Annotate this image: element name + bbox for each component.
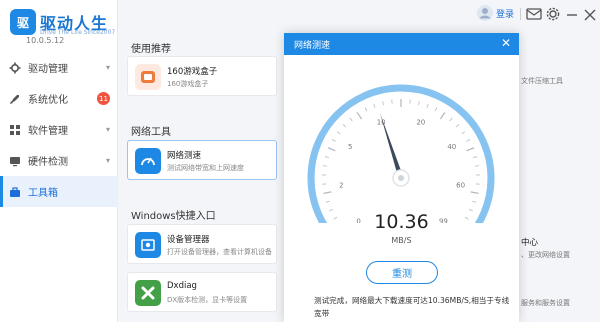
dialog-header: 网络测速 ✕ xyxy=(284,33,519,55)
tool-card-device-manager[interactable]: 设备管理器 打开设备管理器，查看计算机设备 xyxy=(127,224,277,264)
gauge-tick xyxy=(325,200,330,203)
tool-card-network-speed-test[interactable]: 网络测速 测试网络带宽和上网速度 xyxy=(127,140,277,180)
sidebar-item-system-optimize[interactable]: 系统优化 11 xyxy=(0,83,118,114)
monitor-icon xyxy=(8,154,22,168)
gauge-tick-label: 20 xyxy=(416,118,425,126)
tool-card-160-game-box[interactable]: 160游戏盒子 160游戏盒子 xyxy=(127,56,277,96)
test-result-text: 测试完成，网络最大下载速度可达10.36MB/S,相当于专线宽带 xyxy=(314,296,510,318)
sidebar-item-label: 系统优化 xyxy=(28,95,68,106)
rocket-icon xyxy=(8,92,22,106)
app-version: 10.0.5.12 xyxy=(26,36,65,45)
gauge-tick xyxy=(473,156,478,159)
gauge-tick-label: 40 xyxy=(447,143,456,151)
dxdiag-icon xyxy=(135,280,161,306)
gauge-tick xyxy=(356,111,363,120)
gauge-tick xyxy=(475,165,480,167)
gauge-tick xyxy=(472,200,477,203)
notification-badge: 11 xyxy=(97,92,110,105)
gauge-tick xyxy=(449,117,453,122)
services-description: 服务和服务设置 xyxy=(521,299,570,307)
gauge-tick xyxy=(323,191,332,195)
close-icon[interactable]: ✕ xyxy=(499,36,513,50)
sidebar-item-label: 工具箱 xyxy=(28,188,58,199)
gauge-tick xyxy=(324,156,329,159)
gear-icon xyxy=(8,61,22,75)
gauge-tick xyxy=(470,191,479,195)
gauge-needle xyxy=(380,113,404,179)
gauge-tick-label: 5 xyxy=(348,143,352,151)
minimize-icon[interactable] xyxy=(566,6,578,24)
sidebar-nav: 驱动管理 ▾ 系统优化 11 软件管理 ▾ 硬件检测 ▾ 工具箱 xyxy=(0,52,118,207)
gauge-tick xyxy=(331,139,336,142)
gauge-tick xyxy=(336,131,341,135)
section-title-network-tools: 网络工具 xyxy=(131,127,171,138)
network-center-title: 中心 xyxy=(521,238,539,248)
close-window-icon[interactable] xyxy=(584,6,596,24)
tool-card-dxdiag[interactable]: Dxdiag DX版本检测，显卡等设置 xyxy=(127,272,277,312)
toolbox-icon xyxy=(8,185,22,199)
card-description: DX版本检测，显卡等设置 xyxy=(167,296,248,304)
avatar-icon xyxy=(477,5,493,21)
gauge-tick xyxy=(461,131,466,135)
login-link[interactable]: 登录 xyxy=(496,7,514,25)
gauge-tick xyxy=(342,124,347,128)
dialog-title: 网络测速 xyxy=(294,41,331,51)
gauge-hub-center xyxy=(398,175,404,181)
app-slogan: Drive The Life Since2007 xyxy=(40,29,116,36)
gauge-tick xyxy=(364,107,368,112)
chevron-down-icon: ▾ xyxy=(105,63,110,72)
game-box-icon xyxy=(135,64,161,90)
card-title: 网络测速 xyxy=(167,151,202,161)
speed-unit: MB/S xyxy=(391,236,412,245)
chevron-down-icon: ▾ xyxy=(105,125,110,134)
card-title: 160游戏盒子 xyxy=(167,67,218,77)
gauge-tick xyxy=(466,139,471,142)
gauge-tick xyxy=(426,103,429,108)
card-description: 160游戏盒子 xyxy=(167,80,209,88)
speed-value: 10.36 xyxy=(374,211,429,233)
gauge-tick xyxy=(455,124,460,128)
gauge-tick xyxy=(418,101,420,106)
gauge-tick xyxy=(349,117,353,122)
sidebar-item-toolbox[interactable]: 工具箱 xyxy=(0,176,118,207)
gauge-tick xyxy=(382,101,384,106)
sidebar: 驱 驱动人生 Drive The Life Since2007 10.0.5.1… xyxy=(0,0,118,322)
speed-gauge: 02510 20406099 xyxy=(307,84,495,223)
settings-gear-icon[interactable] xyxy=(546,6,560,24)
gauge-tick-label: 60 xyxy=(456,182,465,190)
card-title: 设备管理器 xyxy=(167,235,210,245)
section-title-recommended: 使用推荐 xyxy=(131,44,171,55)
network-center-description: 、更改网络设置 xyxy=(521,251,570,259)
card-title: Dxdiag xyxy=(167,281,197,291)
sidebar-item-label: 硬件检测 xyxy=(28,157,68,168)
sidebar-item-label: 软件管理 xyxy=(28,126,68,137)
sidebar-item-label: 驱动管理 xyxy=(28,64,68,75)
device-manager-icon xyxy=(135,232,161,258)
app-logo-icon: 驱 xyxy=(10,9,36,35)
gauge-tick xyxy=(327,147,336,152)
speedometer-icon xyxy=(135,148,161,174)
gauge-tick xyxy=(322,165,327,167)
sidebar-item-software-management[interactable]: 软件管理 ▾ xyxy=(0,114,118,145)
card-description: 测试网络带宽和上网速度 xyxy=(167,164,244,172)
gauge-tick xyxy=(466,147,475,152)
gauge-tick-label: 2 xyxy=(339,182,343,190)
user-login[interactable] xyxy=(476,4,494,22)
card-description: 打开设备管理器，查看计算机设备 xyxy=(167,248,272,256)
grid-icon xyxy=(8,123,22,137)
sidebar-item-hardware-detect[interactable]: 硬件检测 ▾ xyxy=(0,145,118,176)
gauge-arc xyxy=(307,84,495,223)
retest-button[interactable]: 重测 xyxy=(366,261,438,284)
topbar-divider xyxy=(520,8,521,20)
sidebar-item-driver-management[interactable]: 驱动管理 ▾ xyxy=(0,52,118,83)
gauge-tick xyxy=(434,107,438,112)
compress-tool-description: 文件压缩工具 xyxy=(521,77,563,85)
gauge-tick xyxy=(439,111,446,120)
mail-icon[interactable] xyxy=(526,6,542,24)
network-speed-dialog: 网络测速 ✕ 0 2 5 10 20 40 60 99 10.36 MB/S 重测 测试完成，… xyxy=(284,33,519,322)
gauge-tick xyxy=(373,103,376,108)
chevron-down-icon: ▾ xyxy=(105,156,110,165)
section-title-windows-shortcuts: Windows快捷入口 xyxy=(131,211,216,222)
